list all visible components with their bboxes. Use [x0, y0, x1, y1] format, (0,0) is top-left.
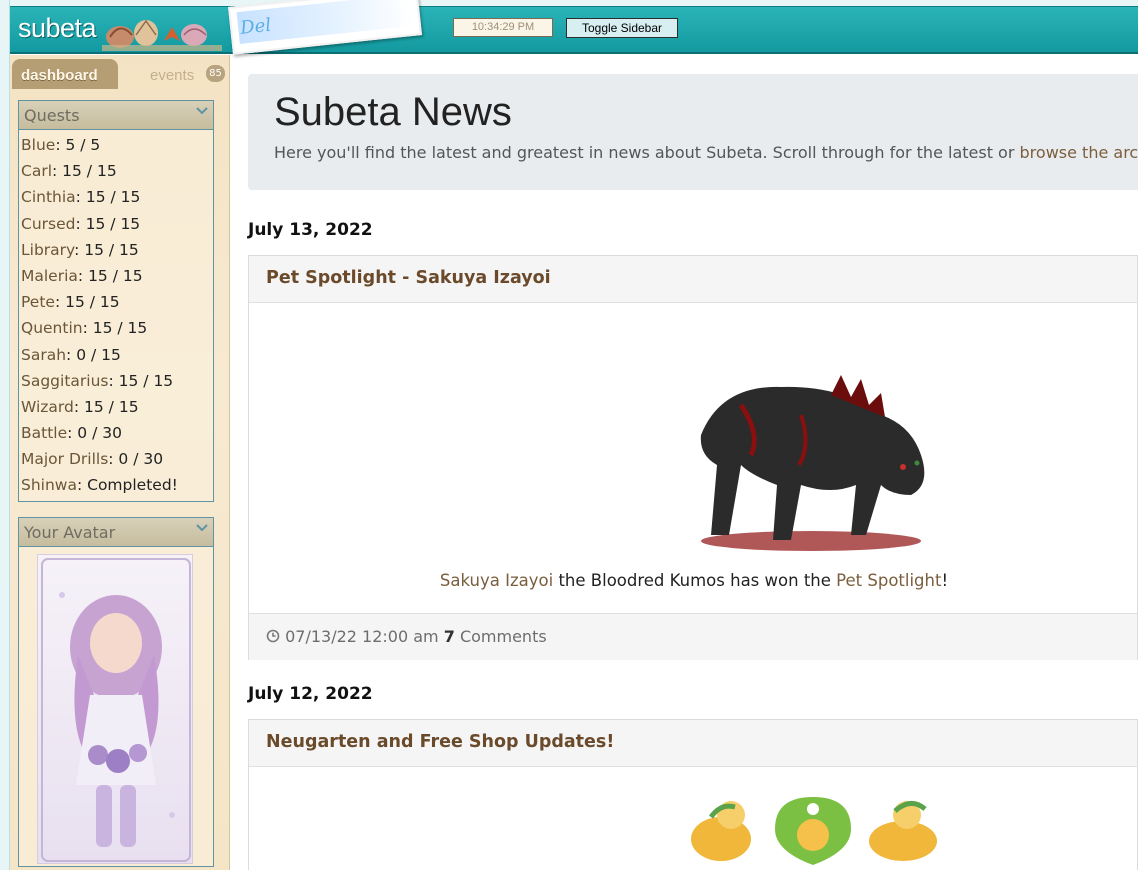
avatar-illustration [41, 558, 191, 862]
pet-spotlight-link[interactable]: Pet Spotlight [836, 571, 941, 590]
tab-dashboard[interactable]: dashboard [12, 59, 118, 89]
quest-item: Shinwa: Completed! [21, 476, 178, 495]
news-post-card: Pet Spotlight - Sakuya Izayoi Sakuya Iza… [248, 255, 1138, 660]
page-intro: Here you'll find the latest and greatest… [274, 143, 1138, 162]
sidebar-tabs: dashboard events 85 [10, 59, 230, 89]
site-logo[interactable]: subeta [18, 13, 97, 44]
quest-item: Battle: 0 / 30 [21, 424, 122, 443]
avatar-image[interactable] [37, 554, 193, 864]
post-date: July 13, 2022 [248, 220, 373, 240]
item-image[interactable] [869, 801, 937, 861]
avatar-panel-header[interactable]: Your Avatar [19, 518, 213, 547]
events-count-badge: 85 [206, 65, 225, 82]
post-body: Sakuya Izayoi the Bloodred Kumos has won… [249, 303, 1137, 613]
tab-events[interactable]: events [150, 67, 194, 84]
post-body [249, 767, 1137, 870]
post-title[interactable]: Pet Spotlight - Sakuya Izayoi [249, 256, 1137, 303]
header-photo-text: Del [239, 14, 273, 39]
post-timestamp: 07/13/22 12:00 am [285, 627, 439, 646]
avatar-panel: Your Avatar [18, 517, 214, 867]
main-content: Subeta News Here you'll find the latest … [248, 54, 1138, 870]
quest-item: Major Drills: 0 / 30 [21, 450, 164, 469]
quest-item: Pete: 15 / 15 [21, 293, 120, 312]
site-header: subeta Del 10:34:29 PM Toggle Sidebar [10, 0, 1138, 55]
clock-display: 10:34:29 PM [453, 18, 553, 37]
quest-item: Saggitarius: 15 / 15 [21, 371, 174, 390]
quest-item: Blue: 5 / 5 [21, 136, 101, 154]
avatar-title: Your Avatar [24, 523, 116, 542]
quest-item: Maleria: 15 / 15 [21, 266, 143, 285]
item-image[interactable] [691, 801, 751, 861]
seashell-logo-art [102, 19, 222, 51]
quest-item: Cursed: 15 / 15 [21, 214, 141, 233]
chevron-down-icon[interactable] [195, 521, 209, 535]
news-jumbotron: Subeta News Here you'll find the latest … [248, 74, 1138, 190]
quest-item: Quentin: 15 / 15 [21, 319, 148, 338]
quests-panel: Quests Blue: 5 / 5 Carl: 15 / 15 Cinthia… [18, 100, 214, 502]
pet-image[interactable] [681, 345, 939, 555]
news-post-card: Neugarten and Free Shop Updates! [248, 719, 1138, 870]
toggle-sidebar-button[interactable]: Toggle Sidebar [566, 18, 678, 38]
page-title: Subeta News [274, 90, 512, 134]
archive-link[interactable]: browse the archive [1020, 143, 1138, 162]
item-image[interactable] [775, 797, 851, 865]
comment-count[interactable]: 7 [444, 627, 455, 646]
quests-panel-header[interactable]: Quests [19, 101, 213, 130]
comments-link[interactable]: Comments [460, 627, 547, 646]
chevron-down-icon[interactable] [195, 104, 209, 118]
quest-list: Blue: 5 / 5 Carl: 15 / 15 Cinthia: 15 / … [19, 130, 213, 500]
quest-item: Library: 15 / 15 [21, 240, 139, 259]
left-edge [0, 0, 10, 870]
post-date: July 12, 2022 [248, 684, 373, 704]
header-photo: Del [228, 0, 422, 55]
sidebar: dashboard events 85 Quests Blue: 5 / 5 C… [10, 55, 230, 870]
post-footer: 07/13/22 12:00 am 7 Comments [249, 613, 1137, 660]
shop-items-images [691, 797, 937, 865]
pet-name-link[interactable]: Sakuya Izayoi [440, 571, 553, 590]
post-title[interactable]: Neugarten and Free Shop Updates! [249, 720, 1137, 767]
quest-item: Carl: 15 / 15 [21, 162, 117, 181]
quests-title: Quests [24, 106, 80, 125]
spotlight-text: Sakuya Izayoi the Bloodred Kumos has won… [439, 571, 949, 590]
quest-item: Cinthia: 15 / 15 [21, 188, 141, 207]
quest-item: Sarah: 0 / 15 [21, 345, 121, 364]
clock-icon [266, 629, 280, 643]
quest-item: Wizard: 15 / 15 [21, 397, 139, 416]
